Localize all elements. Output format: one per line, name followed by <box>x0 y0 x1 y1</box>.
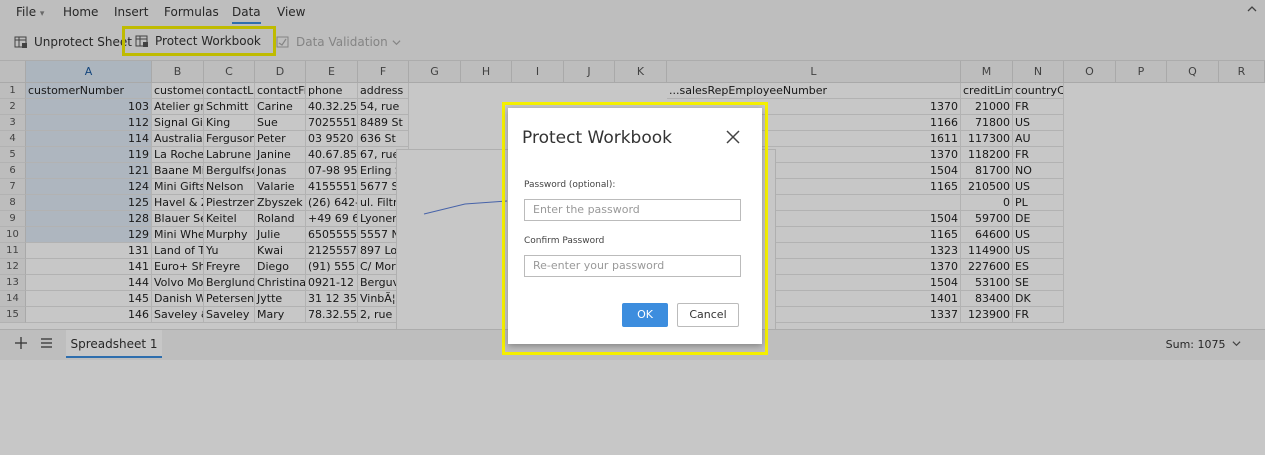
password-input[interactable]: Enter the password <box>524 199 741 221</box>
confirm-password-label: Confirm Password <box>524 236 605 246</box>
close-icon[interactable] <box>724 128 742 146</box>
protect-workbook-dialog: Protect Workbook Password (optional): En… <box>508 108 762 344</box>
password-label: Password (optional): <box>524 180 616 190</box>
cancel-button[interactable]: Cancel <box>677 303 739 327</box>
confirm-password-input[interactable]: Re-enter your password <box>524 255 741 277</box>
ok-button[interactable]: OK <box>622 303 668 327</box>
dialog-title: Protect Workbook <box>522 128 672 148</box>
